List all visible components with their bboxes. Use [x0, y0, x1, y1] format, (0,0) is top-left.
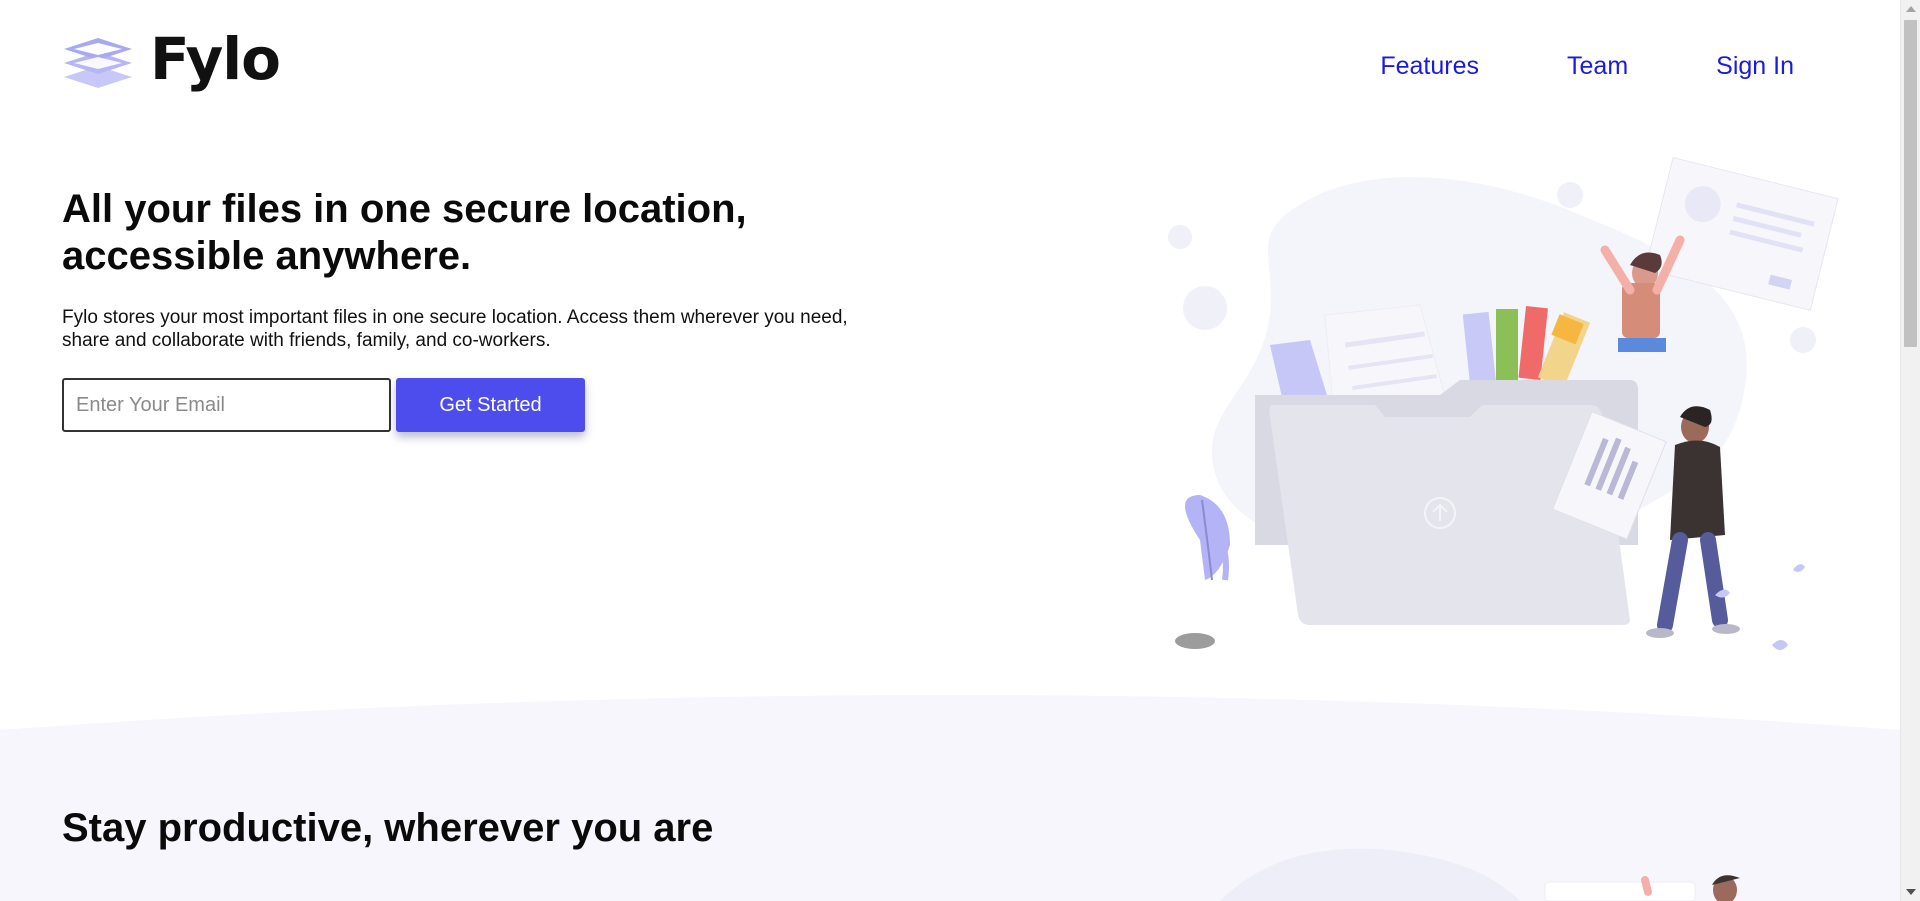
section-title-productive: Stay productive, wherever you are — [62, 806, 714, 850]
hero-title: All your files in one secure location, a… — [62, 187, 747, 278]
scroll-up-arrow-icon[interactable] — [1906, 6, 1916, 12]
nav-link-features[interactable]: Features — [1380, 52, 1479, 81]
main-nav: Features Team Sign In — [1380, 52, 1794, 81]
nav-link-sign-in[interactable]: Sign In — [1716, 52, 1794, 81]
email-signup-form: Get Started — [62, 378, 585, 432]
scroll-down-arrow-icon[interactable] — [1906, 889, 1916, 895]
vertical-scrollbar[interactable] — [1900, 0, 1920, 901]
person-with-screen-illustration — [1220, 830, 1760, 901]
scrollbar-thumb[interactable] — [1904, 20, 1917, 347]
stacked-layers-icon — [62, 30, 134, 88]
folder-with-people-illustration — [1160, 155, 1850, 680]
brand-logo[interactable]: Fylo — [62, 25, 281, 93]
email-input[interactable] — [62, 378, 391, 432]
nav-link-team[interactable]: Team — [1567, 52, 1628, 81]
get-started-button[interactable]: Get Started — [396, 378, 585, 432]
hero-description: Fylo stores your most important files in… — [62, 307, 848, 351]
landing-page: Fylo Features Team Sign In All your file… — [0, 0, 1900, 901]
brand-name: Fylo — [150, 25, 281, 93]
